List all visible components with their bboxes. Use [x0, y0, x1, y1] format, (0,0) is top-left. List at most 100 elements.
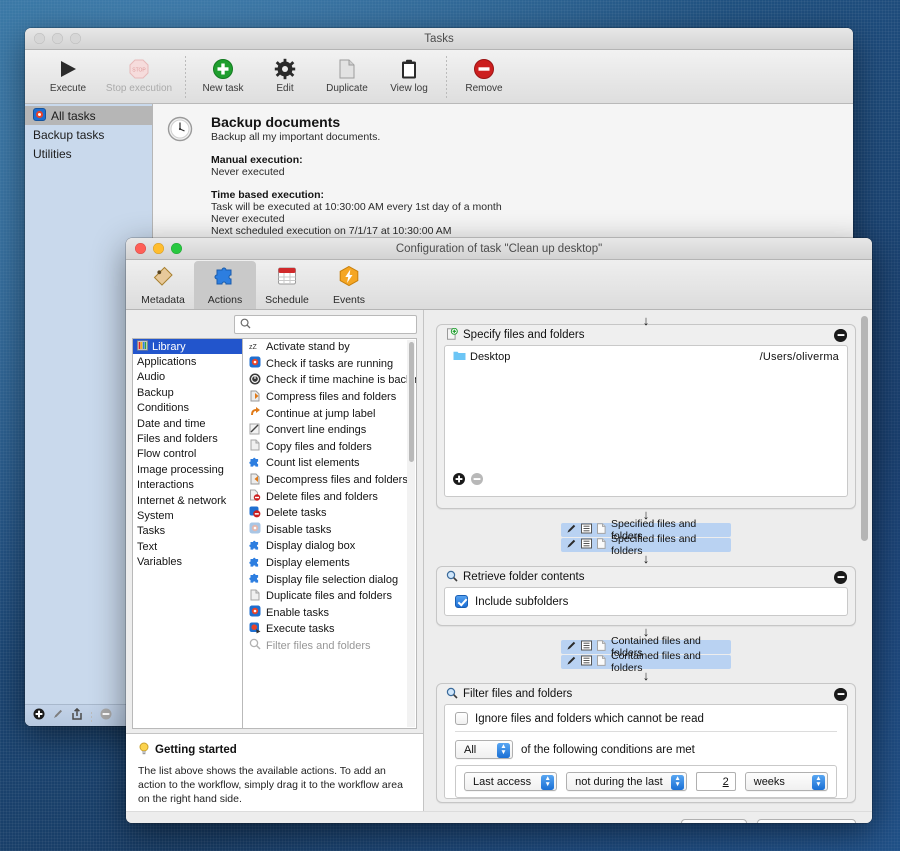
sidebar-item-all-tasks[interactable]: All tasks	[25, 106, 152, 125]
list-item[interactable]: Delete tasks	[243, 505, 416, 522]
workflow-area[interactable]: ↓ Specify files and folders Desktop /Use…	[424, 310, 872, 811]
minimize-button[interactable]	[52, 33, 63, 44]
document-icon[interactable]	[596, 538, 607, 552]
library-item-text[interactable]: Text	[133, 539, 242, 554]
toolbar-view-log[interactable]: View log	[378, 54, 440, 94]
toolbar-edit[interactable]: Edit	[254, 54, 316, 94]
tab-metadata[interactable]: Metadata	[132, 261, 194, 309]
close-button[interactable]	[135, 243, 146, 254]
list-item[interactable]: Continue at jump label	[243, 405, 416, 422]
output-chip[interactable]: Contained files and folders	[561, 650, 731, 674]
edit-pencil-icon[interactable]	[566, 538, 577, 552]
list-item[interactable]: Execute tasks	[243, 621, 416, 638]
toolbar-stop-execution[interactable]: STOP Stop execution	[99, 54, 179, 94]
list-icon[interactable]	[581, 640, 592, 654]
sidebar-item-utilities[interactable]: Utilities	[25, 144, 152, 163]
list-item[interactable]: Disable tasks	[243, 522, 416, 539]
remove-icon[interactable]	[100, 707, 112, 725]
edit-pencil-icon[interactable]	[566, 523, 577, 537]
search-field[interactable]	[234, 315, 417, 334]
edit-pencil-icon[interactable]	[566, 640, 577, 654]
tab-actions[interactable]: Actions	[194, 261, 256, 309]
library-item-image-processing[interactable]: Image processing	[133, 462, 242, 477]
workflow-scrollbar[interactable]	[860, 316, 869, 754]
library-item-system[interactable]: System	[133, 508, 242, 523]
library-item-tasks[interactable]: Tasks	[133, 524, 242, 539]
ignore-unreadable-row[interactable]: Ignore files and folders which cannot be…	[445, 705, 847, 729]
output-chip[interactable]: Specified files and folders	[561, 533, 731, 557]
minus-circle-icon[interactable]	[834, 328, 847, 342]
list-item[interactable]: Check if tasks are running	[243, 356, 416, 373]
block-specify-files[interactable]: Specify files and folders Desktop /Users…	[436, 324, 856, 509]
block-retrieve-folder-contents[interactable]: Retrieve folder contents Include subfold…	[436, 566, 856, 626]
list-icon[interactable]	[581, 523, 592, 537]
window-controls[interactable]	[34, 33, 81, 44]
condition-row[interactable]: Last access ▲ ▼ not during the last ▲ ▼ 2	[456, 766, 836, 797]
add-icon[interactable]	[33, 707, 45, 725]
condition-field-select[interactable]: Last access ▲ ▼	[464, 772, 558, 791]
config-window-controls[interactable]	[135, 243, 182, 254]
include-subfolders-row[interactable]: Include subfolders	[445, 588, 847, 615]
minimize-button[interactable]	[153, 243, 164, 254]
save-changes-button[interactable]: Save changes	[757, 818, 856, 823]
library-item-date-and-time[interactable]: Date and time	[133, 416, 242, 431]
zoom-button[interactable]	[171, 243, 182, 254]
match-type-select[interactable]: All ▲ ▼	[455, 740, 513, 759]
condition-operator-select[interactable]: not during the last ▲ ▼	[566, 772, 688, 791]
zoom-button[interactable]	[70, 33, 81, 44]
ignore-unreadable-checkbox[interactable]	[455, 712, 468, 725]
list-item[interactable]: Delete files and folders	[243, 488, 416, 505]
list-item[interactable]: Desktop /Users/oliverma	[445, 346, 847, 364]
list-item[interactable]: Decompress files and folders	[243, 472, 416, 489]
library-item-interactions[interactable]: Interactions	[133, 478, 242, 493]
document-icon[interactable]	[596, 655, 607, 669]
library-item-internet-and-network[interactable]: Internet & network	[133, 493, 242, 508]
library-item-conditions[interactable]: Conditions	[133, 401, 242, 416]
edit-pencil-icon[interactable]	[52, 707, 64, 725]
close-button[interactable]	[34, 33, 45, 44]
tab-schedule[interactable]: Schedule	[256, 261, 318, 309]
library-item-backup[interactable]: Backup	[133, 385, 242, 400]
document-icon[interactable]	[596, 640, 607, 654]
toolbar-execute[interactable]: Execute	[37, 54, 99, 94]
library-item-library[interactable]: Library	[133, 339, 242, 355]
library-item-variables[interactable]: Variables	[133, 554, 242, 569]
list-item[interactable]: Display file selection dialog	[243, 571, 416, 588]
list-item[interactable]: Copy files and folders	[243, 439, 416, 456]
list-item[interactable]: Display elements	[243, 555, 416, 572]
toolbar-duplicate[interactable]: Duplicate	[316, 54, 378, 94]
list-item[interactable]: zZ Activate stand by	[243, 339, 416, 356]
list-item[interactable]: Convert line endings	[243, 422, 416, 439]
minus-circle-icon[interactable]	[834, 570, 847, 584]
list-icon[interactable]	[581, 655, 592, 669]
list-item[interactable]: Compress files and folders	[243, 389, 416, 406]
library-list[interactable]: Library Applications Audio Backup Condit…	[132, 338, 242, 729]
list-item[interactable]: Count list elements	[243, 455, 416, 472]
include-subfolders-checkbox[interactable]	[455, 595, 468, 608]
toolbar-new-task[interactable]: New task	[192, 54, 254, 94]
condition-unit-select[interactable]: weeks ▲ ▼	[744, 772, 829, 791]
library-item-flow-control[interactable]: Flow control	[133, 447, 242, 462]
toolbar-remove[interactable]: Remove	[453, 54, 515, 94]
minus-circle-icon[interactable]	[834, 687, 847, 701]
add-icon[interactable]	[453, 472, 465, 490]
edit-pencil-icon[interactable]	[566, 655, 577, 669]
files-list[interactable]: Desktop /Users/oliverma	[444, 345, 848, 497]
tab-events[interactable]: Events	[318, 261, 380, 309]
list-item[interactable]: Enable tasks	[243, 605, 416, 622]
library-item-files-and-folders[interactable]: Files and folders	[133, 431, 242, 446]
search-input[interactable]	[255, 317, 411, 332]
cancel-button[interactable]: Cancel	[681, 818, 748, 823]
list-item[interactable]: Duplicate files and folders	[243, 588, 416, 605]
library-item-audio[interactable]: Audio	[133, 370, 242, 385]
actions-scrollbar[interactable]	[407, 340, 415, 727]
remove-icon[interactable]	[471, 472, 483, 490]
table-row[interactable]: Backup documents Backup all my important…	[153, 104, 853, 250]
condition-amount-input[interactable]: 2	[696, 772, 736, 791]
list-item[interactable]: Filter files and folders	[243, 638, 416, 655]
block-filter-files[interactable]: Filter files and folders Ignore files an…	[436, 683, 856, 803]
list-item[interactable]: Check if time machine is backing up dat	[243, 372, 416, 389]
list-item[interactable]: Display dialog box	[243, 538, 416, 555]
sidebar-item-backup-tasks[interactable]: Backup tasks	[25, 125, 152, 144]
library-item-applications[interactable]: Applications	[133, 354, 242, 369]
